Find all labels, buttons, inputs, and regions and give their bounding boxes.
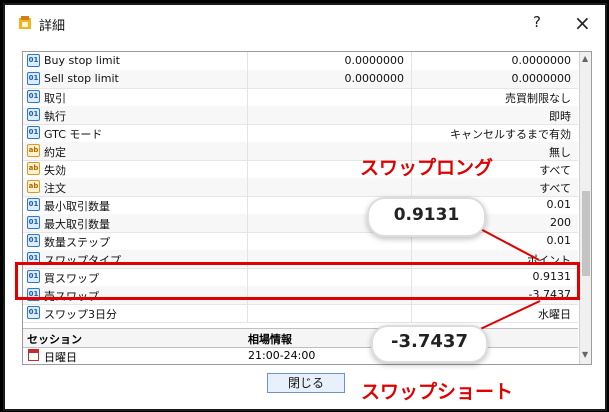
text-icon: ab: [27, 162, 40, 175]
table-row[interactable]: 01 数量ステップ 0.01: [23, 232, 578, 251]
calendar-icon: [28, 349, 39, 361]
data-icon: 01: [27, 306, 40, 319]
swap-short-callout: -3.7437: [371, 325, 488, 363]
swap-highlight-box: [15, 262, 580, 300]
table-row[interactable]: 01 執行 即時: [23, 106, 578, 125]
text-icon: ab: [27, 180, 40, 193]
table-row[interactable]: 01 Sell stop limit 0.0000000 0.0000000: [23, 70, 578, 89]
data-icon: 01: [27, 198, 40, 211]
table-row[interactable]: 01 GTC モード キャンセルするまで有効: [23, 124, 578, 143]
table-row[interactable]: 01 最大取引数量 200: [23, 214, 578, 233]
table-row[interactable]: 01 最小取引数量 0.01: [23, 196, 578, 215]
vertical-scrollbar[interactable]: ▲ ▼: [579, 52, 591, 364]
symbol-details-table: 01 Buy stop limit 0.0000000 0.0000000 01 Sel…: [22, 51, 592, 365]
data-icon: 01: [27, 108, 40, 121]
table-row[interactable]: ab 約定 無し: [23, 142, 578, 161]
close-button[interactable]: ×: [574, 11, 591, 35]
table-row[interactable]: 01 Buy stop limit 0.0000000 0.0000000: [23, 52, 578, 71]
schedule-row[interactable]: 日曜日 21:00-24:00: [23, 347, 578, 364]
data-icon: 01: [27, 54, 40, 67]
details-window: 詳細 ? × 01 Buy stop limit 0.0000000 0.000000…: [3, 3, 607, 411]
table-row[interactable]: 01 取引 売買制限なし: [23, 88, 578, 107]
window-title: 詳細: [39, 19, 66, 34]
table-row[interactable]: 01 スワップ3日分 水曜日: [23, 304, 578, 323]
swap-long-label: スワップロング: [360, 157, 494, 179]
scroll-up-icon[interactable]: ▲: [582, 54, 588, 63]
scroll-down-icon[interactable]: ▼: [582, 350, 588, 359]
app-icon: [19, 16, 31, 29]
data-icon: 01: [27, 216, 40, 229]
text-icon: ab: [27, 144, 40, 157]
data-icon: 01: [27, 234, 40, 247]
data-icon: 01: [27, 126, 40, 139]
window-titlebar: 詳細 ? ×: [5, 5, 605, 43]
data-icon: 01: [27, 90, 40, 103]
swap-long-callout: 0.9131: [367, 197, 486, 237]
close-dialog-button[interactable]: 閉じる: [267, 373, 345, 393]
help-button[interactable]: ?: [533, 13, 541, 31]
scroll-thumb[interactable]: [582, 191, 590, 276]
table-row[interactable]: ab 失効 すべて: [23, 160, 578, 179]
table-row[interactable]: ab 注文 すべて: [23, 178, 578, 197]
data-icon: 01: [27, 72, 40, 85]
swap-short-label: スワップショート: [361, 381, 514, 403]
session-header: セッション 相場情報: [23, 328, 578, 348]
